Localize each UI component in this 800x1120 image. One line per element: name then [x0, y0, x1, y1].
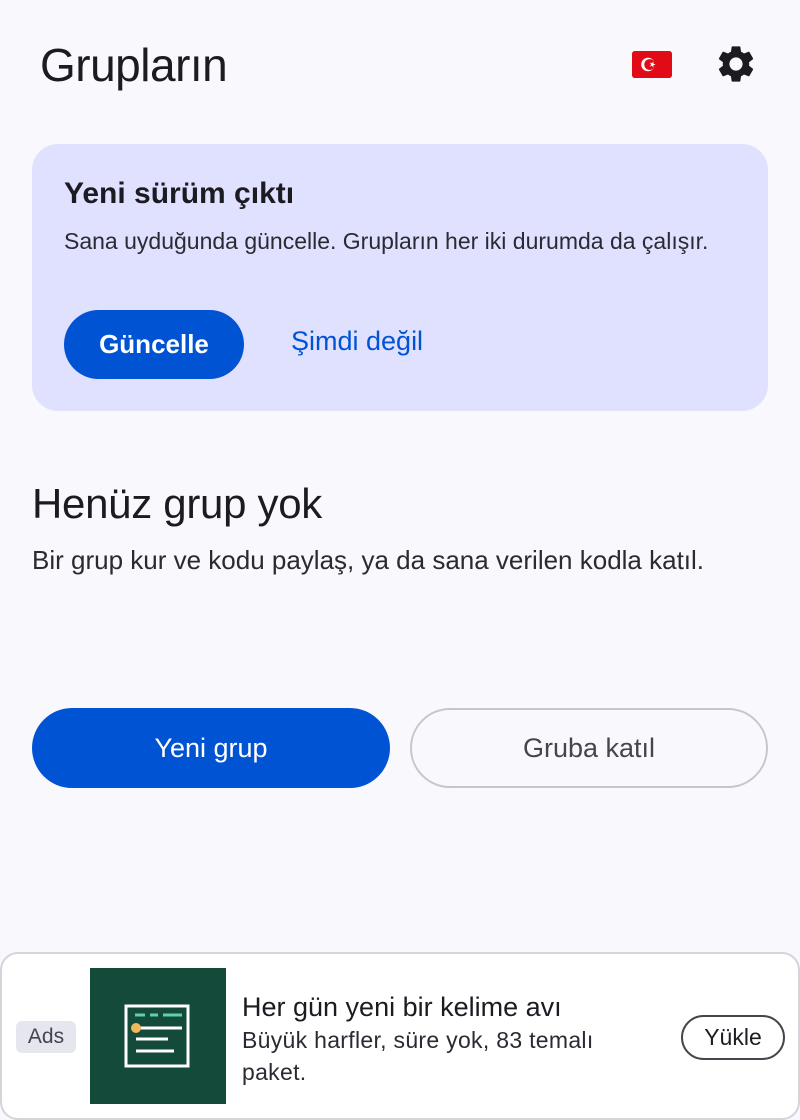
- join-group-button[interactable]: Gruba katıl: [410, 708, 768, 788]
- ad-badge: Ads: [16, 1021, 76, 1053]
- ad-description: Büyük harfler, süre yok, 83 temalı paket…: [242, 1027, 594, 1085]
- update-card-title: Yeni sürüm çıktı: [64, 177, 295, 210]
- page-title: Grupların: [40, 39, 228, 91]
- ad-install-button[interactable]: Yükle: [681, 1015, 785, 1060]
- ad-title: Her gün yeni bir kelime avı: [242, 992, 562, 1022]
- update-card-body: Sana uyduğunda güncelle. Grupların her i…: [64, 228, 709, 254]
- update-button[interactable]: Güncelle: [64, 310, 244, 379]
- word-list-icon[interactable]: [90, 968, 226, 1104]
- ad-banner[interactable]: Ads Her gün yeni bir kelime avı Büyük ha…: [0, 952, 800, 1120]
- empty-state-title: Henüz grup yok: [32, 480, 322, 527]
- update-card: Yeni sürüm çıktı Sana uyduğunda güncelle…: [32, 144, 768, 411]
- not-now-button[interactable]: Şimdi değil: [291, 326, 423, 357]
- gear-icon[interactable]: [714, 42, 758, 86]
- empty-state-body: Bir grup kur ve kodu paylaş, ya da sana …: [32, 545, 705, 575]
- turkey-flag-icon[interactable]: [632, 51, 672, 78]
- new-group-button[interactable]: Yeni grup: [32, 708, 390, 788]
- app-header: Grupların: [0, 0, 800, 130]
